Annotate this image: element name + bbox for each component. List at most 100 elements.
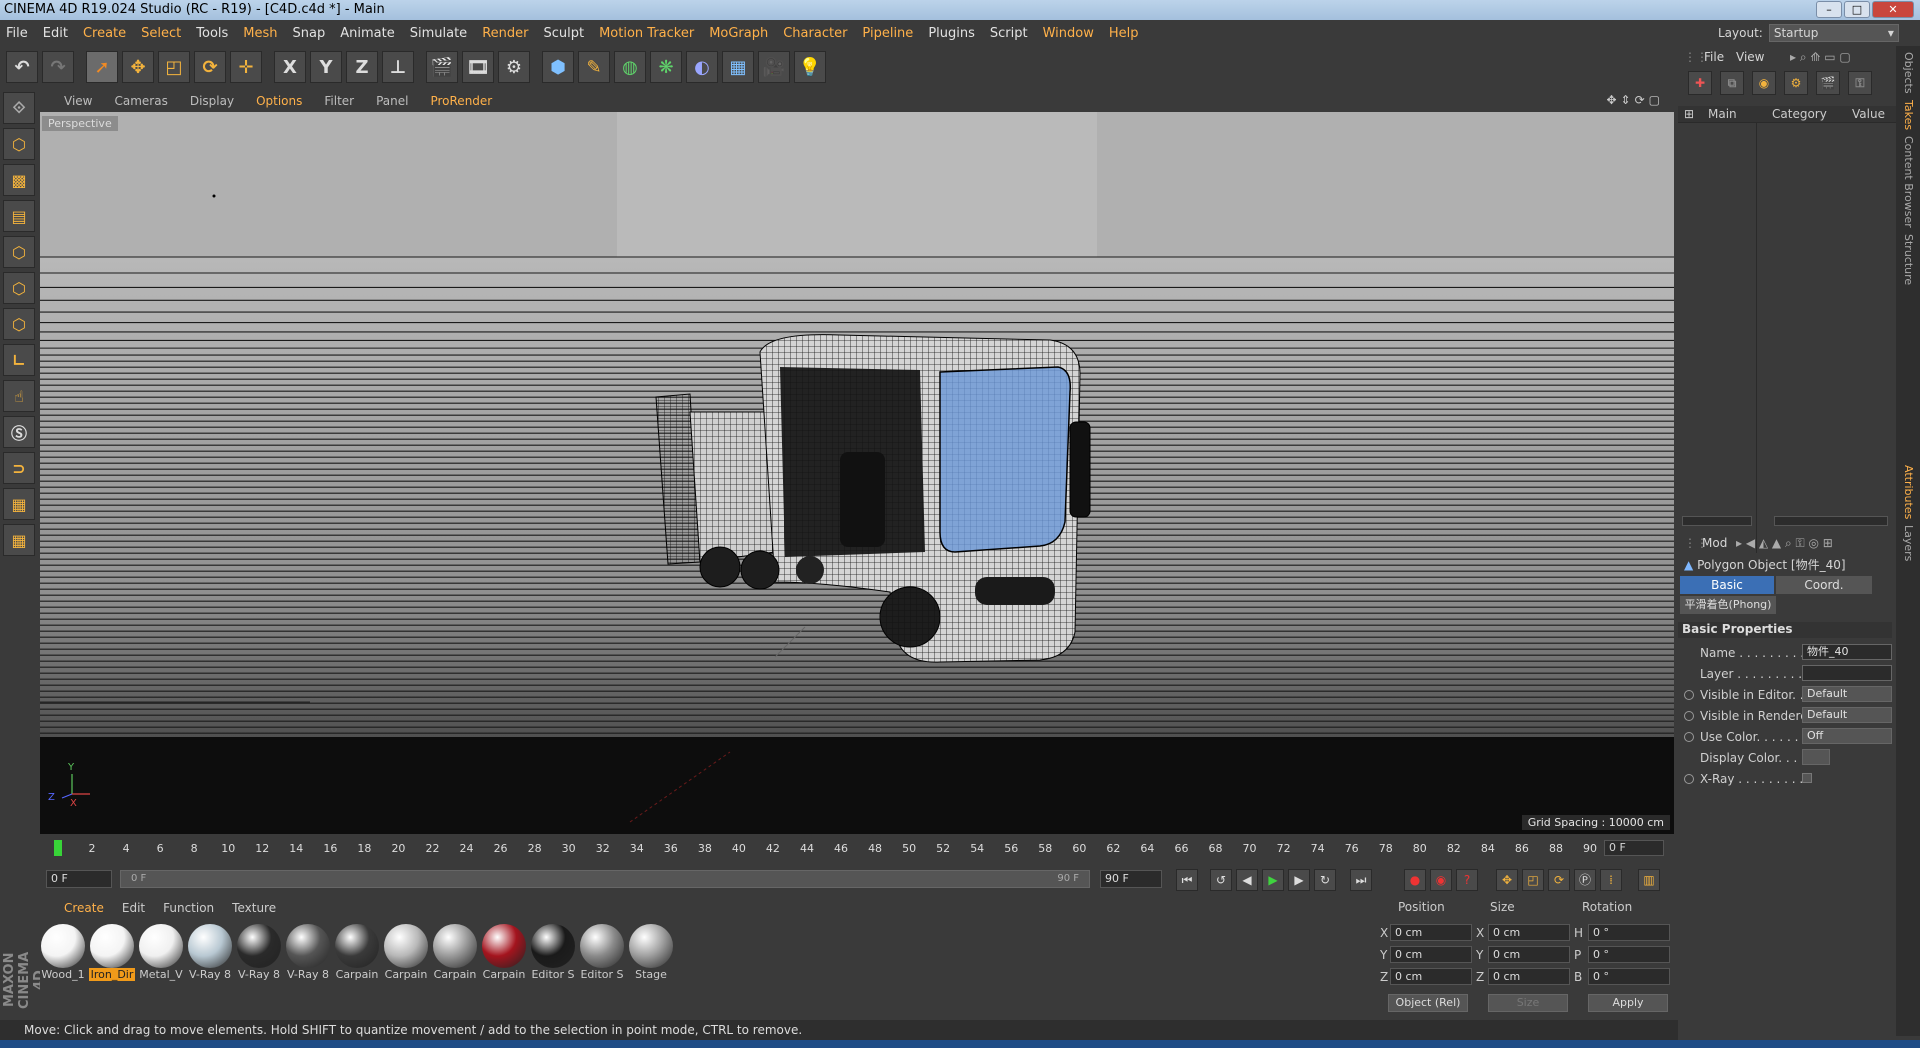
position-y-field[interactable]: 0 cm	[1390, 946, 1472, 963]
attribute-nav-icons[interactable]: ▸ ◀ ◭ ▲ ⌕ ⚿ ◎ ⊞	[1736, 536, 1833, 551]
menu-file[interactable]: File	[6, 26, 28, 41]
size-mode-dropdown[interactable]: Size	[1488, 994, 1568, 1012]
side-tab-objects[interactable]: Objects	[1902, 52, 1915, 94]
timeline-window-icon[interactable]: ▥	[1638, 869, 1660, 891]
material-menu-texture[interactable]: Texture	[232, 901, 276, 915]
subdivision-generator-icon[interactable]: ◍	[614, 51, 646, 83]
rotation-b-field[interactable]: 0 °	[1588, 968, 1670, 985]
size-y-field[interactable]: 0 cm	[1488, 946, 1570, 963]
redo-icon[interactable]: ↷	[42, 51, 74, 83]
take-tree[interactable]	[1678, 122, 1896, 553]
light-icon[interactable]: 💡	[794, 51, 826, 83]
record-scale-icon[interactable]: ◰	[1522, 869, 1544, 891]
attribute-value-field[interactable]: Default	[1802, 686, 1892, 702]
menu-character[interactable]: Character	[783, 26, 847, 41]
go-to-start-icon[interactable]: ⏮	[1176, 869, 1198, 891]
side-tab-content-browser[interactable]: Content Browser	[1902, 136, 1915, 228]
record-point-level-icon[interactable]: ⁞	[1600, 869, 1622, 891]
clone-take-icon[interactable]: ⧉	[1720, 71, 1744, 95]
coordinate-mode-dropdown[interactable]: Object (Rel)	[1388, 994, 1468, 1012]
material-swatch[interactable]: Editor S	[530, 922, 576, 1012]
viewport-menu-panel[interactable]: Panel	[376, 94, 408, 108]
multi-tool-icon[interactable]: ✛	[230, 51, 262, 83]
size-z-field[interactable]: 0 cm	[1488, 968, 1570, 985]
record-active-objects-icon[interactable]: ●	[1404, 869, 1426, 891]
select-tool-icon[interactable]: ➚	[86, 51, 118, 83]
playhead-marker[interactable]	[54, 840, 62, 856]
material-swatch[interactable]: Editor S	[579, 922, 625, 1012]
material-swatch[interactable]: Carpain	[432, 922, 478, 1012]
polygon-mode-icon[interactable]: ⬡	[3, 308, 35, 340]
play-icon[interactable]: ▶	[1262, 869, 1284, 891]
next-key-icon[interactable]: ↻	[1314, 869, 1336, 891]
side-tab-layers[interactable]: Layers	[1902, 525, 1915, 561]
axis-mode-icon[interactable]: ∟	[3, 344, 35, 376]
frame-range-slider[interactable]: 0 F 90 F	[120, 870, 1090, 888]
viewport-menu-filter[interactable]: Filter	[324, 94, 354, 108]
menu-help[interactable]: Help	[1109, 26, 1139, 41]
material-swatch[interactable]: Carpain	[383, 922, 429, 1012]
material-menu-function[interactable]: Function	[163, 901, 214, 915]
material-swatch[interactable]: Carpain	[334, 922, 380, 1012]
auto-take-icon[interactable]: ⚙	[1784, 71, 1808, 95]
viewport-menu-cameras[interactable]: Cameras	[114, 94, 167, 108]
viewport-menu-display[interactable]: Display	[190, 94, 234, 108]
deformer-icon[interactable]: ◐	[686, 51, 718, 83]
viewport-3d[interactable]: Perspective Y X Z Grid Spacing : 10000 c…	[40, 112, 1674, 834]
viewport-menu-prorender[interactable]: ProRender	[430, 94, 492, 108]
enable-snap-icon[interactable]: ⊃	[3, 452, 35, 484]
menu-animate[interactable]: Animate	[340, 26, 394, 41]
start-frame-field[interactable]: 0 F	[46, 870, 112, 888]
y-axis-lock-button[interactable]: Y	[310, 51, 342, 83]
texture-mode-icon[interactable]: ▩	[3, 164, 35, 196]
previous-key-icon[interactable]: ↺	[1210, 869, 1232, 891]
animate-radio-icon[interactable]	[1684, 690, 1694, 700]
undo-icon[interactable]: ↶	[6, 51, 38, 83]
pen-spline-icon[interactable]: ✎	[578, 51, 610, 83]
coordinate-system-icon[interactable]: ⊥	[382, 51, 414, 83]
column-toggle-icon[interactable]: ⊞	[1684, 107, 1694, 121]
object-menu-view[interactable]: View	[1736, 50, 1764, 64]
material-swatch[interactable]: Stage	[628, 922, 674, 1012]
object-manager-icons[interactable]: ▸ ⌕ ⟰ ▭ ▢	[1790, 50, 1851, 65]
next-frame-icon[interactable]: ▶	[1288, 869, 1310, 891]
rotation-h-field[interactable]: 0 °	[1588, 924, 1670, 941]
x-axis-lock-button[interactable]: X	[274, 51, 306, 83]
render-view-icon[interactable]: 🎬	[426, 51, 458, 83]
menu-snap[interactable]: Snap	[293, 26, 326, 41]
z-axis-lock-button[interactable]: Z	[346, 51, 378, 83]
point-mode-icon[interactable]: ⬡	[3, 236, 35, 268]
side-tab-structure[interactable]: Structure	[1902, 234, 1915, 285]
scale-tool-icon[interactable]: ◰	[158, 51, 190, 83]
menu-edit[interactable]: Edit	[43, 26, 68, 41]
workplane-lock-icon[interactable]: ▦	[3, 488, 35, 520]
viewport-navigation-icons[interactable]: ✥⇕⟳▢	[1606, 93, 1664, 107]
tab-basic[interactable]: Basic	[1680, 576, 1774, 594]
new-take-icon[interactable]: ✚	[1688, 71, 1712, 95]
floor-icon[interactable]: ▦	[722, 51, 754, 83]
model-mode-icon[interactable]: ⬡	[3, 128, 35, 160]
animate-radio-icon[interactable]	[1684, 711, 1694, 721]
xray-checkbox[interactable]	[1802, 773, 1812, 783]
material-swatch[interactable]: V-Ray 8	[285, 922, 331, 1012]
tab-phong-tag[interactable]: 平滑着色(Phong)	[1680, 596, 1776, 614]
menu-simulate[interactable]: Simulate	[410, 26, 467, 41]
cloner-icon[interactable]: ❋	[650, 51, 682, 83]
make-editable-icon[interactable]: ⟐	[3, 92, 35, 124]
position-z-field[interactable]: 0 cm	[1390, 968, 1472, 985]
horizontal-scrollbar-right[interactable]	[1774, 516, 1888, 526]
rotation-p-field[interactable]: 0 °	[1588, 946, 1670, 963]
material-menu-create[interactable]: Create	[64, 901, 104, 915]
record-rotation-icon[interactable]: ⟳	[1548, 869, 1570, 891]
attribute-value-field[interactable]: 物件_40	[1802, 644, 1892, 660]
camera-label[interactable]: Perspective	[42, 116, 118, 131]
menu-sculpt[interactable]: Sculpt	[543, 26, 584, 41]
side-tab-attributes[interactable]: Attributes	[1902, 465, 1915, 519]
tab-coord[interactable]: Coord.	[1776, 576, 1872, 594]
position-x-field[interactable]: 0 cm	[1390, 924, 1472, 941]
workplane-mode-icon[interactable]: ▤	[3, 200, 35, 232]
menu-pipeline[interactable]: Pipeline	[862, 26, 913, 41]
record-parameter-icon[interactable]: Ⓟ	[1574, 869, 1596, 891]
material-swatch[interactable]: V-Ray 8	[187, 922, 233, 1012]
rotate-tool-icon[interactable]: ⟳	[194, 51, 226, 83]
